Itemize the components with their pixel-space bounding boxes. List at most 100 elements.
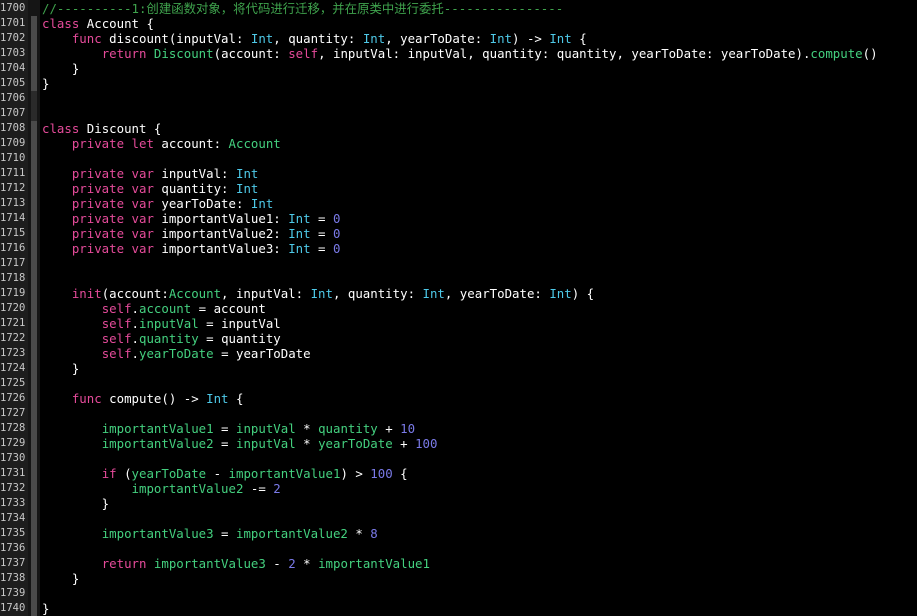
fold-indicator[interactable] — [28, 601, 40, 616]
fold-indicator[interactable] — [28, 61, 40, 76]
code-line[interactable]: private var quantity: Int — [42, 181, 917, 196]
fold-indicator[interactable] — [28, 46, 40, 61]
code-line[interactable]: class Account { — [42, 16, 917, 31]
code-line[interactable]: } — [42, 361, 917, 376]
code-line[interactable]: } — [42, 61, 917, 76]
code-token: Account — [168, 286, 222, 301]
fold-indicator[interactable] — [28, 391, 40, 406]
fold-indicator[interactable] — [28, 421, 40, 436]
code-line[interactable] — [42, 451, 917, 466]
code-token: { — [571, 31, 587, 46]
code-fold-strip[interactable] — [28, 0, 40, 616]
code-text-area[interactable]: //----------1:创建函数对象，将代码进行迁移，并在原类中进行委托--… — [40, 0, 917, 616]
code-line[interactable]: importantValue3 = importantValue2 * 8 — [42, 526, 917, 541]
code-line[interactable]: } — [42, 76, 917, 91]
fold-indicator[interactable] — [28, 571, 40, 586]
fold-indicator[interactable] — [28, 376, 40, 391]
fold-indicator[interactable] — [28, 496, 40, 511]
fold-indicator[interactable] — [28, 31, 40, 46]
code-line[interactable]: importantValue2 = inputVal * yearToDate … — [42, 436, 917, 451]
fold-indicator[interactable] — [28, 16, 40, 31]
code-line[interactable] — [42, 151, 917, 166]
code-token: discount(inputVal: — [101, 31, 251, 46]
code-line[interactable]: private let account: Account — [42, 136, 917, 151]
fold-indicator[interactable] — [28, 541, 40, 556]
fold-indicator[interactable] — [28, 241, 40, 256]
code-line[interactable]: self.account = account — [42, 301, 917, 316]
fold-indicator[interactable] — [28, 466, 40, 481]
code-line[interactable] — [42, 406, 917, 421]
code-line[interactable]: self.yearToDate = yearToDate — [42, 346, 917, 361]
line-number-gutter[interactable]: 1700 1701 1702 1703 1704 1705 1706 1707 1708 1709… — [0, 0, 28, 616]
code-token: private — [71, 166, 125, 181]
code-token: return — [101, 46, 147, 61]
fold-indicator[interactable] — [28, 181, 40, 196]
fold-indicator[interactable] — [28, 286, 40, 301]
code-line[interactable]: importantValue1 = inputVal * quantity + … — [42, 421, 917, 436]
fold-indicator[interactable] — [28, 406, 40, 421]
code-line[interactable] — [42, 541, 917, 556]
fold-indicator[interactable] — [28, 346, 40, 361]
fold-indicator[interactable] — [28, 301, 40, 316]
code-editor[interactable]: 1700 1701 1702 1703 1704 1705 1706 1707 1708 1709… — [0, 0, 917, 616]
code-token: self — [101, 346, 132, 361]
fold-indicator[interactable] — [28, 76, 40, 91]
code-line[interactable]: importantValue2 -= 2 — [42, 481, 917, 496]
fold-indicator[interactable] — [28, 316, 40, 331]
fold-indicator[interactable] — [28, 331, 40, 346]
code-token: } — [42, 571, 80, 586]
fold-indicator[interactable] — [28, 556, 40, 571]
fold-indicator[interactable] — [28, 436, 40, 451]
code-line[interactable]: return importantValue3 - 2 * importantVa… — [42, 556, 917, 571]
code-line[interactable]: } — [42, 601, 917, 616]
fold-indicator-bar — [31, 421, 37, 436]
fold-indicator[interactable] — [28, 256, 40, 271]
fold-indicator[interactable] — [28, 226, 40, 241]
code-line[interactable] — [42, 511, 917, 526]
line-number: 1733 — [0, 497, 26, 509]
code-line[interactable] — [42, 106, 917, 121]
code-line[interactable]: } — [42, 571, 917, 586]
code-line[interactable]: private var importantValue2: Int = 0 — [42, 226, 917, 241]
fold-indicator[interactable] — [28, 361, 40, 376]
code-line[interactable]: self.quantity = quantity — [42, 331, 917, 346]
fold-indicator[interactable] — [28, 136, 40, 151]
fold-indicator[interactable] — [28, 271, 40, 286]
code-line[interactable]: init(account:Account, inputVal: Int, qua… — [42, 286, 917, 301]
code-line[interactable]: private var importantValue3: Int = 0 — [42, 241, 917, 256]
fold-indicator[interactable] — [28, 121, 40, 136]
code-line[interactable] — [42, 586, 917, 601]
fold-indicator[interactable] — [28, 91, 40, 106]
fold-indicator[interactable] — [28, 586, 40, 601]
code-line[interactable]: private var inputVal: Int — [42, 166, 917, 181]
code-line[interactable]: return Discount(account: self, inputVal:… — [42, 46, 917, 61]
code-line[interactable]: if (yearToDate - importantValue1) > 100 … — [42, 466, 917, 481]
fold-indicator[interactable] — [28, 211, 40, 226]
fold-indicator[interactable] — [28, 166, 40, 181]
fold-indicator[interactable] — [28, 451, 40, 466]
code-line[interactable]: private var yearToDate: Int — [42, 196, 917, 211]
code-line[interactable]: } — [42, 496, 917, 511]
code-line[interactable] — [42, 256, 917, 271]
fold-indicator-bar — [31, 151, 37, 166]
fold-indicator[interactable] — [28, 106, 40, 121]
fold-indicator-bar — [31, 331, 37, 346]
code-line[interactable]: self.inputVal = inputVal — [42, 316, 917, 331]
code-line[interactable] — [42, 91, 917, 106]
fold-indicator[interactable] — [28, 511, 40, 526]
code-line[interactable]: func discount(inputVal: Int, quantity: I… — [42, 31, 917, 46]
code-line[interactable] — [42, 271, 917, 286]
fold-indicator[interactable] — [28, 526, 40, 541]
code-line[interactable] — [42, 376, 917, 391]
fold-indicator[interactable] — [28, 196, 40, 211]
code-token: importantValue2 — [235, 526, 348, 541]
fold-indicator[interactable] — [28, 1, 40, 16]
code-line[interactable]: class Discount { — [42, 121, 917, 136]
code-line[interactable]: private var importantValue1: Int = 0 — [42, 211, 917, 226]
fold-indicator[interactable] — [28, 151, 40, 166]
code-line[interactable]: func compute() -> Int { — [42, 391, 917, 406]
code-line[interactable]: //----------1:创建函数对象，将代码进行迁移，并在原类中进行委托--… — [42, 1, 917, 16]
fold-indicator[interactable] — [28, 481, 40, 496]
code-token: = yearToDate — [213, 346, 311, 361]
